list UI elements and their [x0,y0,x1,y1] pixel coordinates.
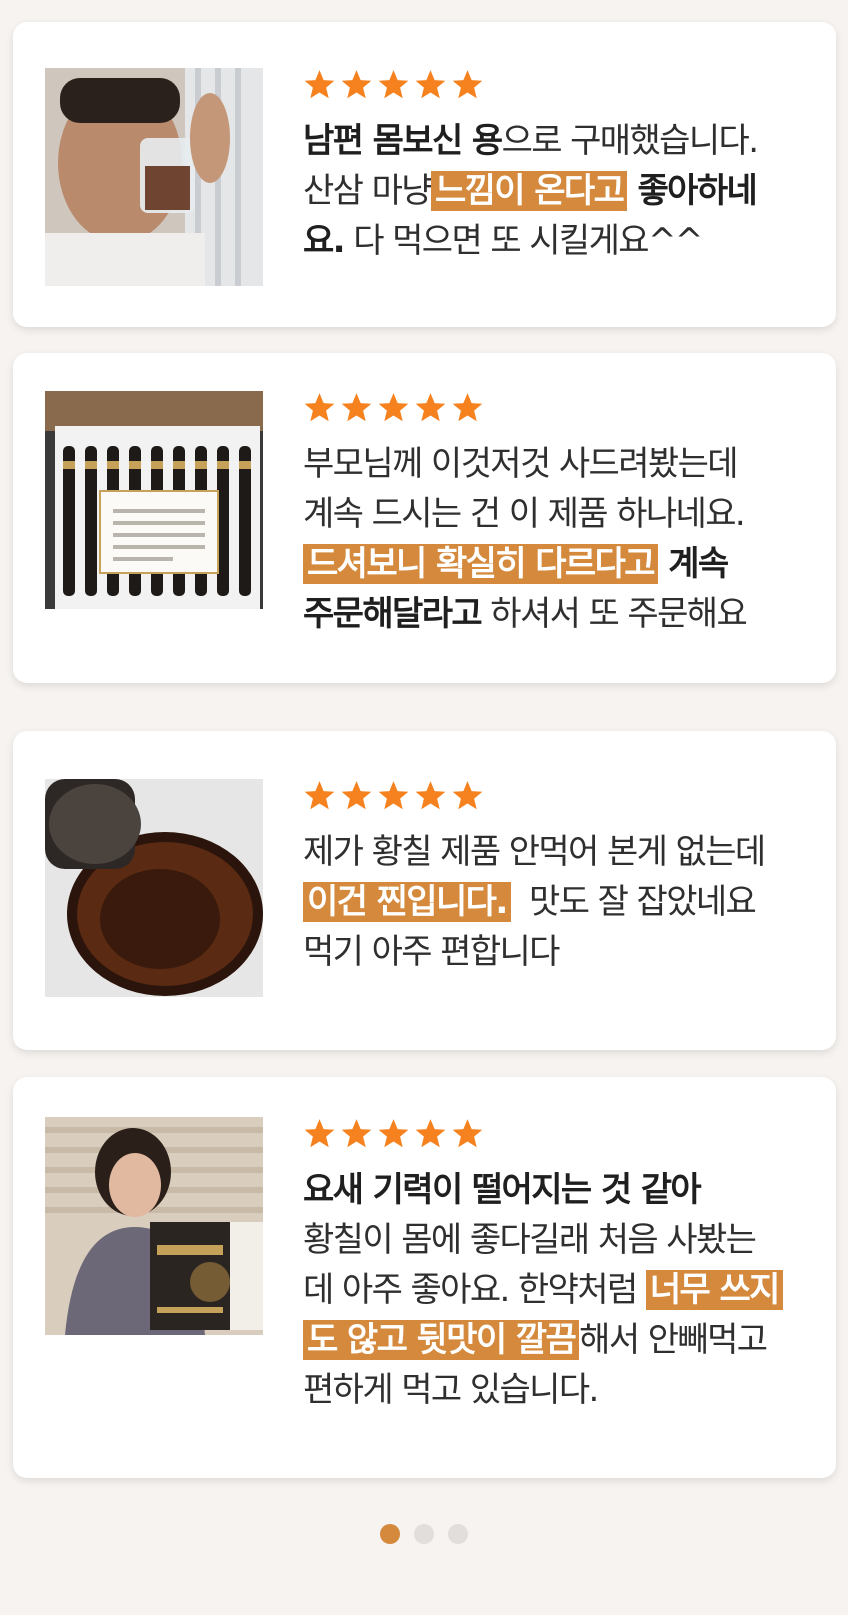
star-icon [377,779,410,812]
review-card: 남편 몸보신 용으로 구매했습니다. 산삼 마냥 느낌이 온다고 좋아하네 요. … [13,22,836,327]
star-rating [303,1117,808,1151]
star-icon [377,68,410,101]
star-icon [414,779,447,812]
review-text-bold: 요. [303,221,346,261]
star-icon [303,1117,336,1150]
review-highlight: 드셔보니 확실히 다르다고 [303,544,658,584]
carousel-pagination [0,1524,848,1544]
review-text-segment: 으로 구매했습니다. [501,121,759,161]
star-rating [303,391,808,425]
review-text-segment: 해서 안빼먹고 [579,1320,768,1360]
review-photo-3-image [45,779,263,997]
review-photo-gift-box [45,391,263,609]
star-icon [377,1117,410,1150]
star-icon [414,391,447,424]
star-rating [303,68,808,102]
review-text-segment: 황칠이 몸에 좋다길래 처음 사봤는 [303,1220,757,1260]
pagination-dot-3[interactable] [448,1524,468,1544]
star-rating [303,779,808,813]
review-text: 요새 기력이 떨어지는 것 같아 황칠이 몸에 좋다길래 처음 사봤는 데 아주… [303,1165,808,1415]
review-text: 제가 황칠 제품 안먹어 본게 없는데 이건 찐입니다. 맛도 잘 잡았네요 먹… [303,827,808,977]
star-icon [451,779,484,812]
review-text-segment: 먹기 아주 편합니다 [303,932,560,972]
star-icon [303,391,336,424]
review-text-bold: 요새 기력이 떨어지는 것 같아 [303,1170,702,1210]
star-icon [303,779,336,812]
review-photo-glass [45,779,263,997]
pagination-dot-1[interactable] [380,1524,400,1544]
review-text-bold: 주문해달라고 [303,594,483,634]
review-text-segment: 하셔서 또 주문해요 [481,594,747,634]
review-highlight: 너무 쓰지 [645,1270,783,1310]
review-highlight: 느낌이 온다고 [430,171,628,211]
review-photo-1-image [45,68,263,286]
review-highlight: 이건 찐입니다. [303,882,511,922]
review-text: 부모님께 이것저것 사드려봤는데 계속 드시는 건 이 제품 하나네요. 드셔보… [303,439,808,639]
star-icon [451,68,484,101]
review-text-segment: 산삼 마냥 [303,171,433,211]
star-icon [451,1117,484,1150]
review-text-bold: 남편 몸보신 용 [303,121,503,161]
star-icon [340,391,373,424]
review-text: 남편 몸보신 용으로 구매했습니다. 산삼 마냥 느낌이 온다고 좋아하네 요. … [303,116,808,266]
review-text-segment: 데 아주 좋아요. 한약처럼 [303,1270,646,1310]
review-text-segment: 계속 드시는 건 이 제품 하나네요. [303,494,746,534]
review-text-segment: 편하게 먹고 있습니다. [303,1370,599,1410]
review-highlight: 도 않고 뒷맛이 깔끔 [303,1320,580,1360]
star-icon [377,391,410,424]
review-card: 요새 기력이 떨어지는 것 같아 황칠이 몸에 좋다길래 처음 사봤는 데 아주… [13,1077,836,1478]
review-photo-woman-with-box [45,1117,263,1335]
review-card: 부모님께 이것저것 사드려봤는데 계속 드시는 건 이 제품 하나네요. 드셔보… [13,353,836,683]
review-photo-2-image [45,391,263,609]
star-icon [340,68,373,101]
star-icon [340,779,373,812]
review-text-bold: 좋아하네 [627,171,758,211]
pagination-dot-2[interactable] [414,1524,434,1544]
star-icon [451,391,484,424]
review-photo-man-drinking [45,68,263,286]
review-text-segment: 부모님께 이것저것 사드려봤는데 [303,444,739,484]
review-text-bold: 계속 [657,544,729,584]
review-text-segment: 제가 황칠 제품 안먹어 본게 없는데 [303,832,766,872]
star-icon [414,68,447,101]
review-text-segment: 맛도 잘 잡았네요 [510,882,757,922]
review-photo-4-image [45,1117,263,1335]
star-icon [303,68,336,101]
review-text-segment: 다 먹으면 또 시킬게요^^ [344,221,703,261]
star-icon [340,1117,373,1150]
review-card: 제가 황칠 제품 안먹어 본게 없는데 이건 찐입니다. 맛도 잘 잡았네요 먹… [13,731,836,1050]
star-icon [414,1117,447,1150]
